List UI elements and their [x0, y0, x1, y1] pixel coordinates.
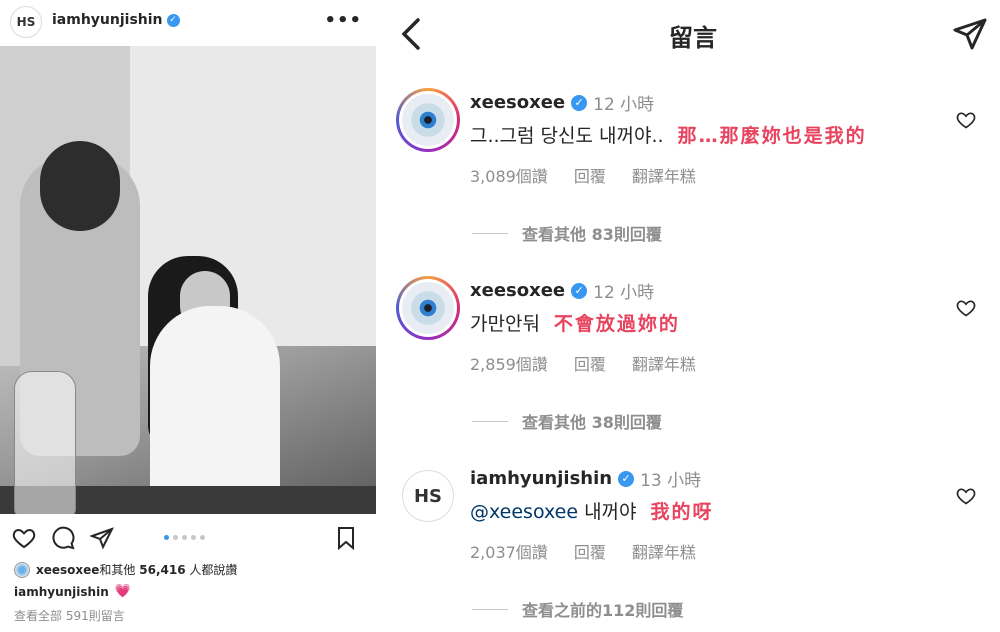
- verified-icon: ✓: [166, 13, 180, 27]
- avatar[interactable]: HS: [402, 470, 454, 522]
- post-photo[interactable]: [0, 46, 376, 514]
- comment-original: 가만안둬: [470, 313, 540, 335]
- bookmark-icon[interactable]: [334, 526, 358, 550]
- translate-button[interactable]: 翻譯年糕: [632, 351, 696, 375]
- avatar[interactable]: HS: [10, 6, 42, 38]
- comment-item: HS iamhyunjishin ✓ 13 小時 @xeesoxee 내꺼야 我…: [386, 464, 1000, 632]
- comment-item: xeesoxee ✓ 12 小時 가만안둬 不會放過妳的 2,859個讚 回覆 …: [386, 276, 1000, 446]
- post-actions: [0, 520, 376, 556]
- post-header: HS iamhyunjishin ✓ •••: [0, 0, 376, 44]
- comment-original: 내꺼야: [584, 501, 637, 523]
- view-all-comments-link[interactable]: 查看全部 591則留言: [14, 607, 125, 624]
- carousel-indicator: [164, 535, 205, 540]
- like-heart-icon[interactable]: [12, 526, 36, 550]
- comments-panel: 留言 xeesoxee ✓ 12 小時 그..그럼 당신도 내꺼야.. 那…那麼…: [386, 0, 1000, 632]
- avatar[interactable]: [396, 276, 460, 340]
- comment-text: @xeesoxee 내꺼야 我的呀: [470, 497, 714, 524]
- comment-meta: 2,859個讚 回覆 翻譯年糕: [470, 351, 696, 375]
- comment-username[interactable]: iamhyunjishin: [470, 468, 612, 489]
- comment-header: xeesoxee ✓ 12 小時: [470, 278, 654, 303]
- reply-button[interactable]: 回覆: [574, 351, 606, 375]
- translate-button[interactable]: 翻譯年糕: [632, 163, 696, 187]
- more-options-icon[interactable]: •••: [324, 10, 362, 31]
- post-panel: HS iamhyunjishin ✓ ••• xeesoxee和其他 56,41…: [0, 0, 376, 632]
- caption-emoji: 💗: [114, 584, 131, 599]
- verified-icon: ✓: [571, 94, 588, 111]
- verified-icon: ✓: [618, 470, 635, 487]
- send-icon[interactable]: [952, 16, 988, 52]
- comment-icon[interactable]: [51, 526, 75, 550]
- comment-item: xeesoxee ✓ 12 小時 그..그럼 당신도 내꺼야.. 那…那麼妳也是…: [386, 88, 1000, 258]
- reply-button[interactable]: 回覆: [574, 539, 606, 563]
- divider: [376, 0, 386, 632]
- comment-text: 가만안둬 不會放過妳的: [470, 309, 680, 336]
- comment-time: 12 小時: [593, 95, 655, 115]
- comment-like-heart-icon[interactable]: [956, 298, 976, 318]
- comment-likes[interactable]: 2,037個讚: [470, 539, 548, 563]
- post-username-label[interactable]: iamhyunjishin: [52, 12, 163, 28]
- view-previous-replies[interactable]: 查看之前的112則回覆: [472, 597, 683, 621]
- comment-text: 그..그럼 당신도 내꺼야.. 那…那麼妳也是我的: [470, 121, 867, 148]
- comment-translation: 不會放過妳的: [553, 313, 680, 335]
- comment-like-heart-icon[interactable]: [956, 486, 976, 506]
- comment-likes[interactable]: 2,859個讚: [470, 351, 548, 375]
- post-username[interactable]: iamhyunjishin ✓: [52, 12, 180, 28]
- comment-translation: 我的呀: [650, 501, 714, 523]
- comment-header: xeesoxee ✓ 12 小時: [470, 90, 654, 115]
- page-title: 留言: [669, 24, 717, 52]
- comment-header: iamhyunjishin ✓ 13 小時: [470, 466, 701, 491]
- translate-button[interactable]: 翻譯年糕: [632, 539, 696, 563]
- comment-meta: 2,037個讚 回覆 翻譯年糕: [470, 539, 696, 563]
- caption: iamhyunjishin 💗: [14, 584, 131, 599]
- comment-time: 13 小時: [640, 471, 702, 491]
- likes-summary[interactable]: xeesoxee和其他 56,416 人都說讚: [14, 561, 237, 578]
- comment-time: 12 小時: [593, 283, 655, 303]
- likes-count: 56,416: [139, 563, 186, 577]
- comment-likes[interactable]: 3,089個讚: [470, 163, 548, 187]
- comment-username[interactable]: xeesoxee: [470, 280, 565, 301]
- view-more-replies[interactable]: 查看其他 83則回覆: [472, 221, 662, 245]
- comment-meta: 3,089個讚 回覆 翻譯年糕: [470, 163, 696, 187]
- reply-button[interactable]: 回覆: [574, 163, 606, 187]
- caption-username[interactable]: iamhyunjishin: [14, 585, 109, 599]
- top-bar: 留言: [386, 0, 1000, 68]
- comment-translation: 那…那麼妳也是我的: [677, 125, 867, 147]
- verified-icon: ✓: [571, 282, 588, 299]
- comment-like-heart-icon[interactable]: [956, 110, 976, 130]
- avatar[interactable]: [396, 88, 460, 152]
- view-more-replies[interactable]: 查看其他 38則回覆: [472, 409, 662, 433]
- share-icon[interactable]: [90, 526, 114, 550]
- comment-username[interactable]: xeesoxee: [470, 92, 565, 113]
- likes-user[interactable]: xeesoxee: [36, 563, 99, 577]
- comment-original: 그..그럼 당신도 내꺼야..: [470, 125, 664, 147]
- comment-mention[interactable]: @xeesoxee: [470, 501, 578, 523]
- avatar: [14, 561, 30, 578]
